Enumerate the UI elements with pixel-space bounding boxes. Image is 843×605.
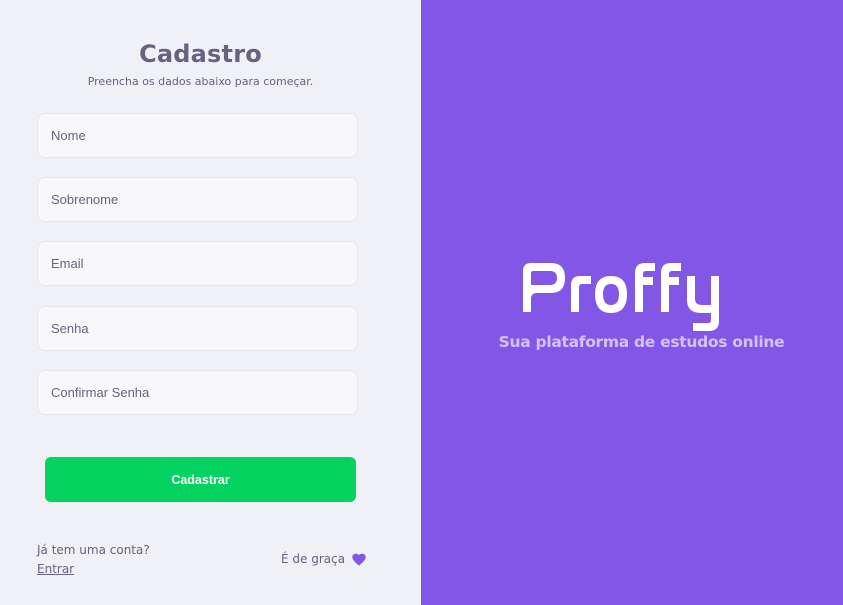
login-link[interactable]: Entrar bbox=[37, 562, 74, 576]
heart-icon bbox=[352, 553, 366, 566]
password-input[interactable] bbox=[38, 307, 357, 350]
page-subtitle: Preencha os dados abaixo para começar. bbox=[87, 75, 314, 88]
proffy-logo bbox=[523, 263, 719, 331]
last-name-input[interactable] bbox=[38, 178, 357, 221]
tagline: Sua plataforma de estudos online bbox=[498, 333, 785, 351]
register-button[interactable]: Cadastrar bbox=[45, 457, 356, 502]
confirm-password-field[interactable] bbox=[37, 370, 358, 415]
free-text: É de graça bbox=[281, 552, 346, 566]
password-field[interactable] bbox=[37, 306, 358, 351]
first-name-input[interactable] bbox=[38, 114, 357, 157]
page-title: Cadastro bbox=[139, 40, 262, 68]
form-panel: Cadastro Preencha os dados abaixo para c… bbox=[0, 0, 421, 605]
first-name-field[interactable] bbox=[37, 113, 358, 158]
email-field[interactable] bbox=[37, 241, 358, 286]
has-account-text: Já tem uma conta? bbox=[37, 543, 150, 557]
confirm-password-input[interactable] bbox=[38, 371, 357, 414]
email-input[interactable] bbox=[38, 242, 357, 285]
last-name-field[interactable] bbox=[37, 177, 358, 222]
